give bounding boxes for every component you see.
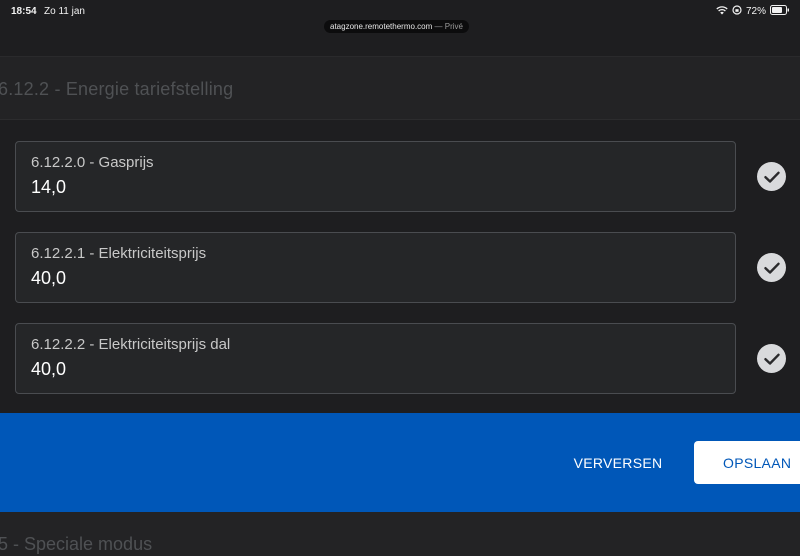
status-date: Zo 11 jan <box>44 6 85 17</box>
status-bar: 18:54 Zo 11 jan 72% atagzone.remotetherm… <box>0 0 800 46</box>
status-time: 18:54 <box>11 6 37 17</box>
address-bar[interactable]: atagzone.remotethermo.com — Privé <box>324 20 469 33</box>
gas-price-field[interactable]: 6.12.2.0 - Gasprijs 14,0 <box>15 141 736 212</box>
wifi-icon <box>716 5 728 18</box>
field-value[interactable]: 14,0 <box>31 177 66 198</box>
next-section-header[interactable]: 5 - Speciale modus <box>0 512 800 556</box>
next-section-title: 5 - Speciale modus <box>0 534 153 554</box>
save-button[interactable]: OPSLAAN <box>694 441 800 484</box>
field-value[interactable]: 40,0 <box>31 268 66 289</box>
refresh-button[interactable]: VERVERSEN <box>570 451 666 475</box>
lock-rotation-icon <box>732 5 742 18</box>
private-label: — Privé <box>432 22 463 31</box>
status-indicators: 72% <box>716 5 790 18</box>
field-label: 6.12.2.0 - Gasprijs <box>31 154 154 171</box>
electricity-price-field[interactable]: 6.12.2.1 - Elektriciteitsprijs 40,0 <box>15 232 736 303</box>
section-header[interactable]: 6.12.2 - Energie tariefstelling <box>0 56 800 120</box>
settings-area: 6.12.2.0 - Gasprijs 14,0 6.12.2.1 - Elek… <box>0 121 800 413</box>
action-bar: VERVERSEN OPSLAAN <box>0 413 800 512</box>
battery-icon <box>770 5 790 18</box>
electricity-offpeak-price-field[interactable]: 6.12.2.2 - Elektriciteitsprijs dal 40,0 <box>15 323 736 394</box>
field-label: 6.12.2.2 - Elektriciteitsprijs dal <box>31 336 231 353</box>
check-icon[interactable] <box>757 253 786 282</box>
check-icon[interactable] <box>757 162 786 191</box>
address-url: atagzone.remotethermo.com <box>330 22 433 31</box>
section-title: 6.12.2 - Energie tariefstelling <box>0 79 234 99</box>
field-value[interactable]: 40,0 <box>31 359 66 380</box>
check-icon[interactable] <box>757 344 786 373</box>
field-label: 6.12.2.1 - Elektriciteitsprijs <box>31 245 207 262</box>
battery-percentage: 72% <box>745 6 766 17</box>
